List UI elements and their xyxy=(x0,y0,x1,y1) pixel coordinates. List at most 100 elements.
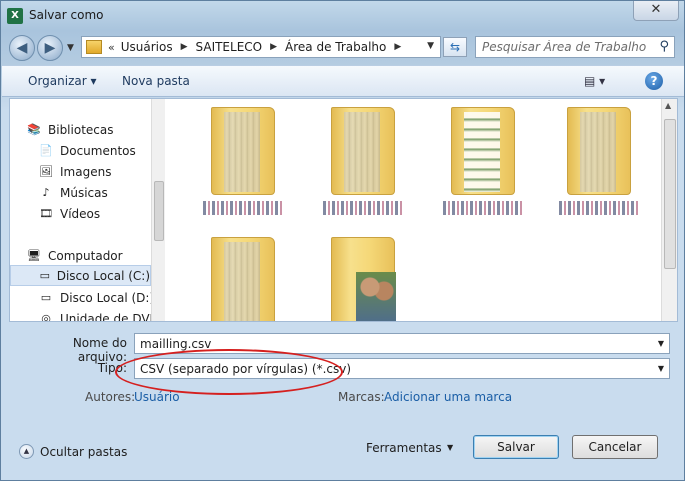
file-name-obscured xyxy=(559,201,639,215)
videos-icon: 🎞 xyxy=(39,206,53,220)
folder-icon xyxy=(86,40,102,54)
refresh-button[interactable]: ⇆ xyxy=(443,37,467,57)
navigation-pane: 📚 Bibliotecas 📄 Documentos 🖼 Imagens ♪ M… xyxy=(10,99,166,321)
folder-icon xyxy=(451,107,515,195)
scroll-up-icon[interactable]: ▲ xyxy=(665,101,671,110)
sidebar-item-label: Músicas xyxy=(60,185,108,200)
sidebar-item-label: Unidade de DVD- xyxy=(60,311,164,322)
filename-field[interactable]: mailling.csv ▼ xyxy=(134,333,670,354)
breadcrumb-saiteleco[interactable]: SAITELECO xyxy=(196,40,263,54)
breadcrumb-separator-icon[interactable]: ▶ xyxy=(181,42,188,52)
sidebar-item-disco-c[interactable]: ▭ Disco Local (C:) xyxy=(10,265,151,286)
file-item[interactable] xyxy=(317,103,417,223)
hide-folders-button[interactable]: ▲ Ocultar pastas xyxy=(19,444,127,459)
file-list-scrollbar[interactable]: ▲ xyxy=(661,99,677,321)
excel-icon: X xyxy=(7,8,23,24)
sidebar-item-label: Disco Local (D:) xyxy=(60,290,155,305)
sidebar-item-imagens[interactable]: 🖼 Imagens xyxy=(38,161,166,182)
search-icon[interactable]: ⚲ xyxy=(659,39,669,54)
add-tag-link[interactable]: Adicionar uma marca xyxy=(384,390,512,404)
save-as-dialog: X Salvar como ✕ ◀ ▶ ▼ « Usuários ▶ SAITE… xyxy=(0,0,685,481)
file-name-obscured xyxy=(203,201,283,215)
cancel-button[interactable]: Cancelar xyxy=(572,435,658,459)
forward-button[interactable]: ▶ xyxy=(37,35,63,61)
sidebar-item-musicas[interactable]: ♪ Músicas xyxy=(38,182,166,203)
sidebar-item-label: Disco Local (C:) xyxy=(56,268,150,283)
file-type-select[interactable]: CSV (separado por vírgulas) (*.csv) ▼ xyxy=(134,358,670,379)
file-name-obscured xyxy=(443,201,523,215)
save-form: Nome do arquivo: mailling.csv ▼ Tipo: CS… xyxy=(1,325,684,425)
computer-icon: 🖥 xyxy=(27,248,41,262)
drive-c-icon: ▭ xyxy=(39,268,51,282)
folder-icon xyxy=(567,107,631,195)
help-icon[interactable]: ? xyxy=(645,72,663,90)
save-button[interactable]: Salvar xyxy=(473,435,559,459)
breadcrumb-usuarios[interactable]: Usuários xyxy=(121,40,173,54)
file-type-label: Tipo: xyxy=(97,361,127,375)
sidebar-item-disco-d[interactable]: ▭ Disco Local (D:) xyxy=(38,287,166,308)
search-input[interactable]: Pesquisar Área de Trabalho ⚲ xyxy=(475,36,675,58)
sidebar-item-documentos[interactable]: 📄 Documentos xyxy=(38,140,166,161)
organize-button[interactable]: Organizar ▾ xyxy=(28,74,97,88)
command-toolbar: Organizar ▾ Nova pasta ▤ ▾ ? xyxy=(2,65,684,97)
file-item[interactable] xyxy=(197,103,297,223)
window-title: Salvar como xyxy=(29,8,104,22)
tags-label: Marcas: xyxy=(338,390,385,404)
address-bar[interactable]: « Usuários ▶ SAITELECO ▶ Área de Trabalh… xyxy=(81,36,441,58)
scrollbar-thumb[interactable] xyxy=(664,119,676,269)
sidebar-item-label: Imagens xyxy=(60,164,112,179)
forward-arrow-icon: ▶ xyxy=(44,40,56,56)
breadcrumb-area-de-trabalho[interactable]: Área de Trabalho xyxy=(285,40,386,54)
close-button[interactable]: ✕ xyxy=(633,1,679,21)
breadcrumb-separator-icon[interactable]: ▶ xyxy=(394,42,401,52)
images-icon: 🖼 xyxy=(39,164,53,178)
filename-label: Nome do arquivo: xyxy=(72,336,127,364)
folder-icon xyxy=(211,107,275,195)
browser-pane: 📚 Bibliotecas 📄 Documentos 🖼 Imagens ♪ M… xyxy=(9,98,678,322)
sidebar-item-label: Bibliotecas xyxy=(48,122,114,137)
address-overflow[interactable]: « xyxy=(108,41,115,54)
tools-dropdown-icon[interactable]: ▼ xyxy=(447,443,453,452)
sidebar-item-label: Vídeos xyxy=(60,206,101,221)
file-item[interactable] xyxy=(197,233,297,321)
music-icon: ♪ xyxy=(42,185,50,199)
filename-value[interactable]: mailling.csv xyxy=(140,337,211,351)
file-type-value: CSV (separado por vírgulas) (*.csv) xyxy=(140,362,352,376)
drive-d-icon: ▭ xyxy=(40,290,52,304)
new-folder-button[interactable]: Nova pasta xyxy=(122,74,190,88)
change-view-button[interactable]: ▤ ▾ xyxy=(584,74,605,88)
folder-icon xyxy=(331,237,396,321)
folder-icon xyxy=(211,237,275,321)
authors-value[interactable]: Usuário xyxy=(134,390,180,404)
dvd-icon: ◎ xyxy=(41,311,51,322)
tools-button[interactable]: Ferramentas xyxy=(366,441,442,455)
scrollbar-thumb[interactable] xyxy=(154,181,164,241)
sidebar-item-label: Computador xyxy=(48,248,123,263)
file-list xyxy=(167,99,661,321)
file-item[interactable] xyxy=(437,103,537,223)
chevron-down-icon[interactable]: ▼ xyxy=(658,339,664,348)
title-bar: X Salvar como ✕ xyxy=(1,1,684,31)
library-icon: 📚 xyxy=(27,122,41,136)
sidebar-item-computador[interactable]: 🖥 Computador xyxy=(26,245,166,266)
sidebar-item-dvd[interactable]: ◎ Unidade de DVD- xyxy=(38,308,166,322)
sidebar-item-bibliotecas[interactable]: 📚 Bibliotecas xyxy=(26,119,166,140)
dialog-footer: ▲ Ocultar pastas Ferramentas ▼ Salvar Ca… xyxy=(1,427,684,480)
file-item[interactable] xyxy=(553,103,653,223)
back-button[interactable]: ◀ xyxy=(9,35,35,61)
file-name-obscured xyxy=(323,201,403,215)
authors-label: Autores: xyxy=(85,390,136,404)
file-item[interactable] xyxy=(317,233,417,321)
sidebar-scrollbar[interactable] xyxy=(151,99,165,321)
chevron-down-icon[interactable]: ▼ xyxy=(658,364,664,373)
sidebar-item-videos[interactable]: 🎞 Vídeos xyxy=(38,203,166,224)
recent-locations-dropdown[interactable]: ▼ xyxy=(67,43,74,53)
address-dropdown-icon[interactable]: ▼ xyxy=(427,41,434,51)
documents-icon: 📄 xyxy=(39,143,53,157)
breadcrumb-separator-icon[interactable]: ▶ xyxy=(270,42,277,52)
hide-folders-label: Ocultar pastas xyxy=(40,444,128,459)
sidebar-item-label: Documentos xyxy=(60,143,136,158)
search-placeholder: Pesquisar Área de Trabalho xyxy=(482,40,647,54)
folder-icon xyxy=(331,107,395,195)
back-arrow-icon: ◀ xyxy=(16,40,28,56)
